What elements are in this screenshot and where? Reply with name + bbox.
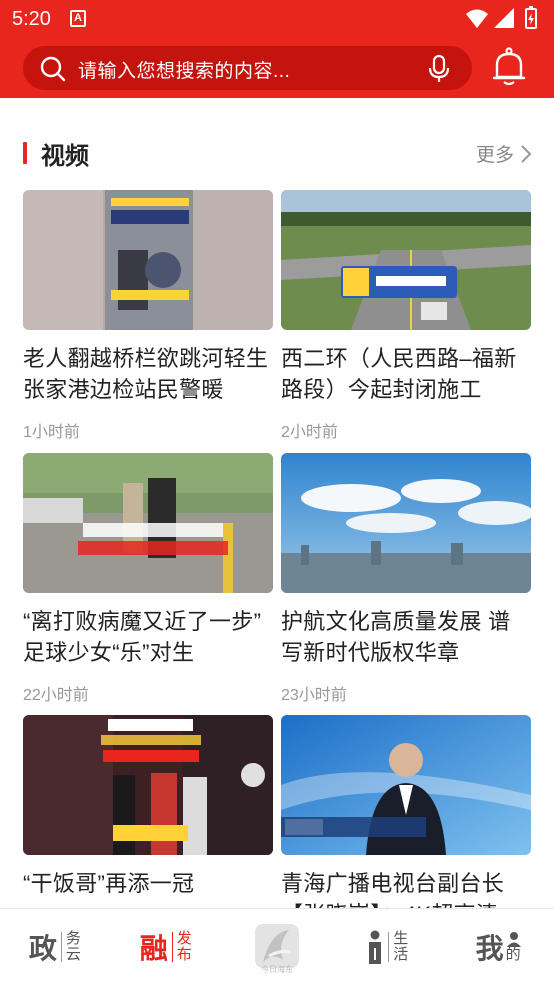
card-time: 1小时前	[23, 424, 80, 441]
card-time: 2小时前	[281, 424, 338, 441]
status-bar: 5:20 A	[0, 0, 554, 38]
nav-item-rongfabu[interactable]: 融 发布	[111, 909, 222, 985]
card-title: 老人翻越桥栏欲跳河轻生 张家港边检站民警暖	[23, 346, 269, 402]
section-header: 视频 更多	[0, 130, 554, 174]
more-link[interactable]: 更多	[476, 140, 532, 167]
more-label: 更多	[475, 145, 514, 166]
microphone-icon[interactable]	[428, 55, 450, 83]
card-time: 22小时前	[23, 687, 89, 704]
status-icons	[466, 6, 537, 29]
nav-divider	[60, 932, 62, 962]
nav-item-zhengwu[interactable]: 政 务云	[0, 909, 111, 985]
thumbnail-image	[281, 190, 531, 330]
person-i-icon	[369, 930, 382, 964]
nav-divider	[171, 932, 173, 962]
section-title: 视频	[41, 143, 89, 170]
video-card[interactable]: 护航文化高质量发展 谱写新时代版权华章 23小时前	[281, 453, 531, 705]
video-thumbnail	[23, 453, 273, 593]
card-title: “离打败病魔又近了一步” 足球少女“乐”对生	[23, 609, 262, 665]
nav-item-wode[interactable]: 我 的	[443, 909, 554, 985]
search-input[interactable]: 请输入您想搜索的内容...	[23, 46, 472, 90]
nav-big-label: 政	[28, 933, 57, 964]
search-icon	[40, 56, 66, 82]
video-card[interactable]: 老人翻越桥栏欲跳河轻生 张家港边检站民警暖 1小时前	[23, 190, 273, 442]
nav-divider	[388, 932, 390, 962]
video-card[interactable]: “干饭哥”再添一冠	[23, 715, 273, 930]
notification-a-icon: A	[70, 10, 86, 27]
nav-small-label: 生活	[393, 930, 409, 963]
nav-small-label: 的	[505, 946, 521, 963]
nav-big-label: 我	[475, 933, 504, 964]
search-placeholder: 请输入您想搜索的内容...	[78, 61, 291, 82]
thumbnail-image	[23, 715, 273, 855]
header: 请输入您想搜索的内容...	[0, 38, 554, 98]
video-card[interactable]: “离打败病魔又近了一步” 足球少女“乐”对生 22小时前	[23, 453, 273, 705]
nav-big-label: 融	[139, 933, 168, 964]
status-time: 5:20	[12, 8, 51, 30]
wifi-icon	[466, 9, 488, 28]
thumbnail-image	[23, 190, 273, 330]
nav-small-label: 发布	[176, 930, 192, 963]
video-card[interactable]: 青海广播电视台副台长【张晓巍】：4K超高清	[281, 715, 531, 930]
bell-icon[interactable]	[491, 47, 527, 87]
card-title: 西二环（人民西路–福新路段）今起封闭施工	[281, 346, 517, 402]
thumbnail-image	[281, 715, 531, 855]
bottom-nav: 政 务云 融 发布 今日海东 生活 我 的	[0, 908, 554, 985]
card-title: 护航文化高质量发展 谱写新时代版权华章	[281, 609, 511, 665]
thumbnail-image	[23, 453, 273, 593]
chevron-right-icon	[521, 144, 532, 163]
card-time: 23小时前	[281, 687, 347, 704]
person-icon	[506, 932, 521, 947]
video-thumbnail	[23, 190, 273, 330]
video-thumbnail	[281, 715, 531, 855]
nav-item-shenghuo[interactable]: 生活	[332, 909, 443, 985]
video-thumbnail	[281, 190, 531, 330]
signal-icon	[494, 8, 514, 28]
nav-wode-side: 的	[506, 931, 522, 963]
thumbnail-image	[281, 453, 531, 593]
video-thumbnail	[23, 715, 273, 855]
video-thumbnail	[281, 453, 531, 593]
section-accent-bar	[23, 142, 27, 164]
logo-caption: 今日海东	[260, 965, 293, 974]
video-card[interactable]: 西二环（人民西路–福新路段）今起封闭施工 2小时前	[281, 190, 531, 442]
nav-item-home-logo[interactable]: 今日海东	[222, 909, 333, 985]
nav-small-label: 务云	[65, 930, 81, 963]
